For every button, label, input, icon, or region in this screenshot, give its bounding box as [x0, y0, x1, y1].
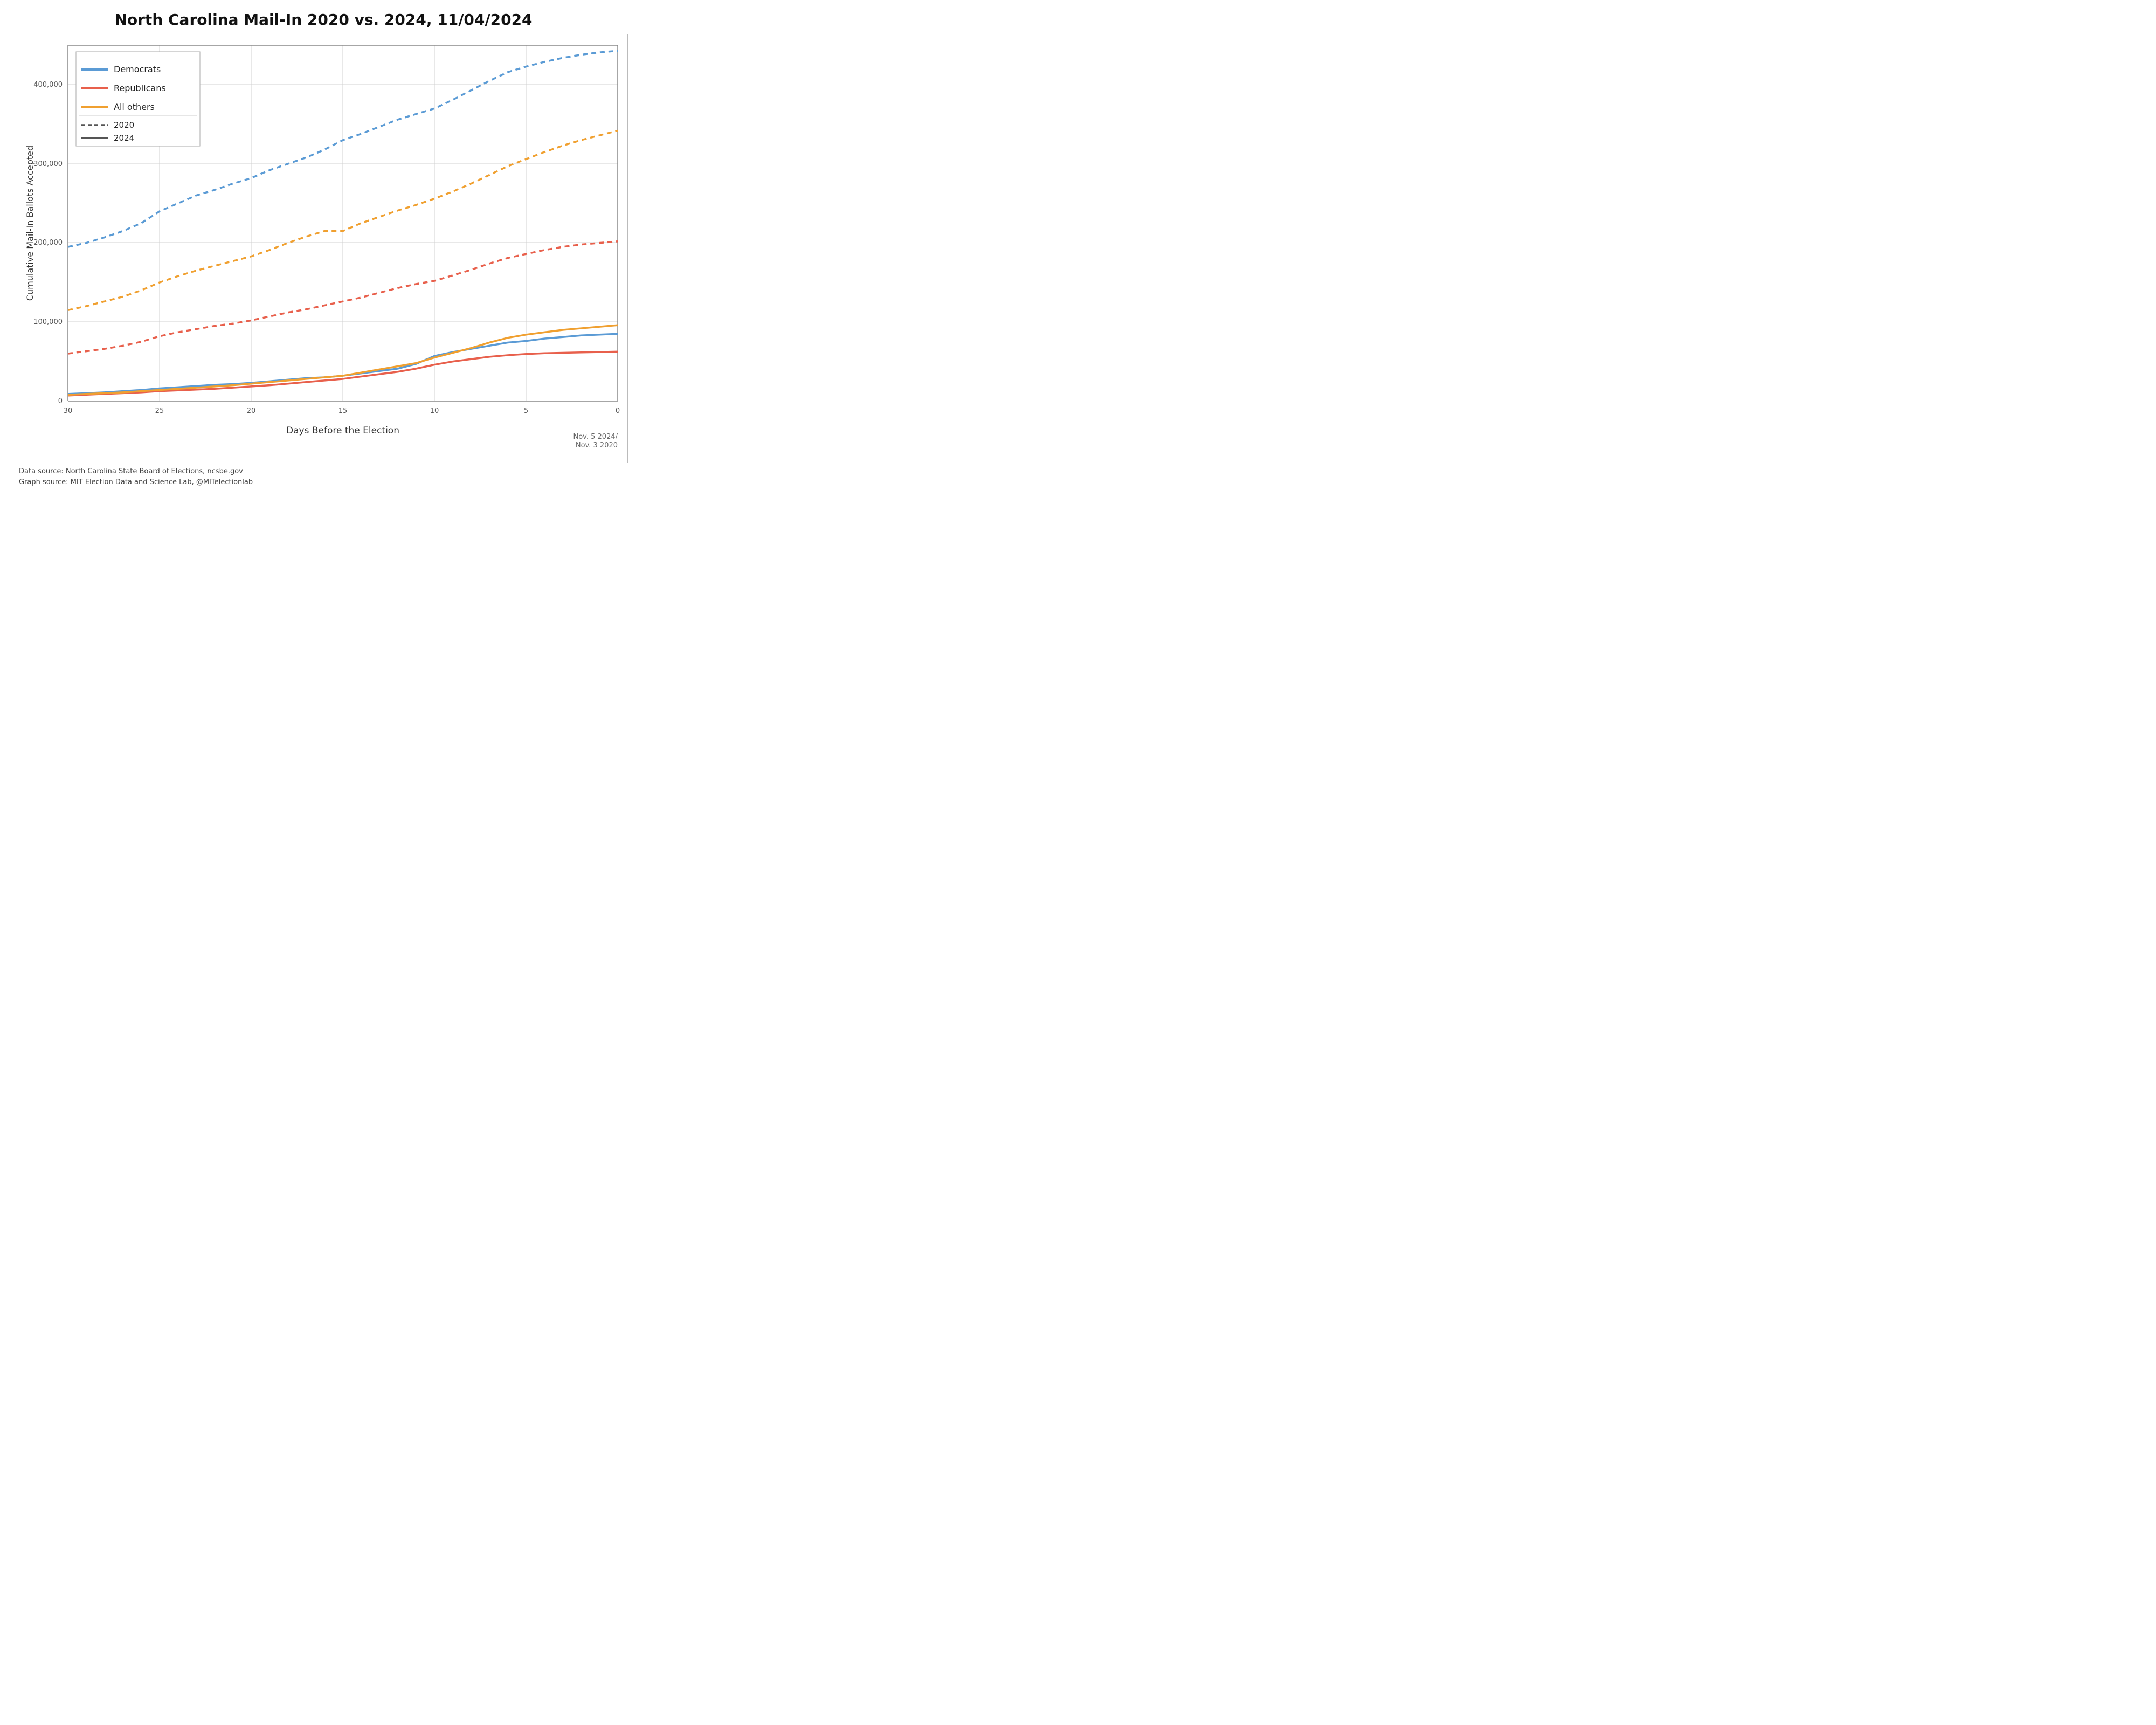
- chart-svg: 0 100,000 200,000 300,000 400,000 30 25 …: [68, 45, 618, 412]
- svg-text:30: 30: [64, 407, 73, 415]
- svg-text:2024: 2024: [114, 133, 134, 143]
- chart-title: North Carolina Mail-In 2020 vs. 2024, 11…: [114, 11, 532, 29]
- svg-text:Republicans: Republicans: [114, 83, 166, 93]
- date-note: Nov. 5 2024/: [573, 433, 618, 441]
- svg-text:Democrats: Democrats: [114, 64, 161, 74]
- svg-text:300,000: 300,000: [33, 160, 63, 168]
- svg-text:10: 10: [430, 407, 439, 415]
- svg-text:15: 15: [338, 407, 348, 415]
- svg-text:5: 5: [524, 407, 528, 415]
- svg-text:20: 20: [247, 407, 256, 415]
- svg-text:0: 0: [58, 397, 63, 405]
- svg-text:25: 25: [155, 407, 164, 415]
- svg-text:2020: 2020: [114, 120, 134, 130]
- y-axis-label: Cumulative Mail-In Ballots Accepted: [25, 146, 35, 301]
- svg-text:All others: All others: [114, 102, 155, 112]
- chart-container: 0 100,000 200,000 300,000 400,000 30 25 …: [19, 34, 628, 463]
- date-note-2: Nov. 3 2020: [576, 441, 618, 450]
- svg-text:0: 0: [616, 407, 620, 415]
- source-text: Data source: North Carolina State Board …: [19, 466, 628, 487]
- svg-text:200,000: 200,000: [33, 239, 63, 247]
- svg-text:100,000: 100,000: [33, 318, 63, 326]
- svg-text:400,000: 400,000: [33, 81, 63, 89]
- x-axis-label: Days Before the Election: [286, 425, 399, 436]
